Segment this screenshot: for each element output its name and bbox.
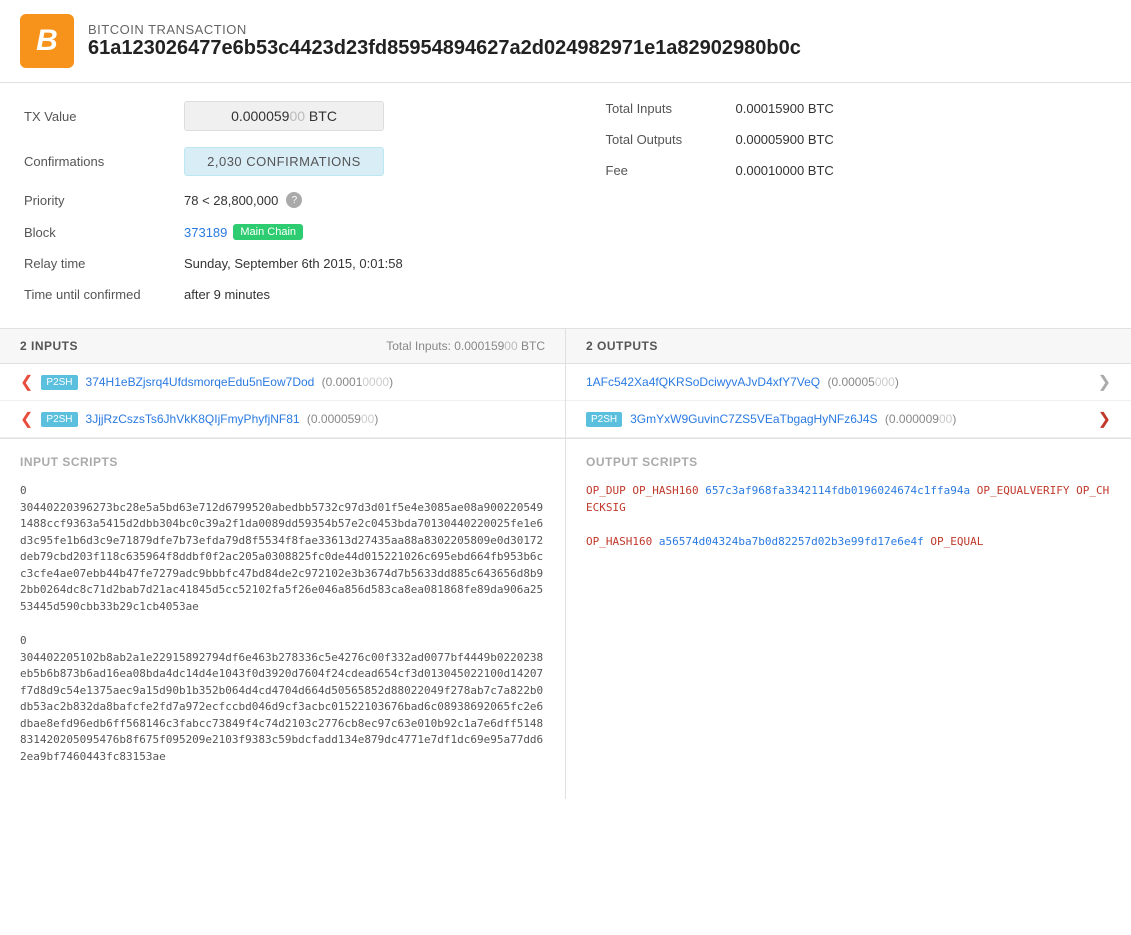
- output-row-1: P2SH 3GmYxW9GuvinC7ZS5VEaTbgagHyNFz6J4S …: [566, 401, 1131, 438]
- total-inputs-row: Total Inputs 0.00015900 BTC: [606, 101, 1108, 116]
- main-chain-badge: Main Chain: [233, 224, 303, 240]
- outputs-title: 2 OUTPUTS: [586, 339, 658, 353]
- output-script-0: OP_DUP OP_HASH160 657c3af968fa3342114fdb…: [586, 483, 1111, 516]
- input-scripts-panel: INPUT SCRIPTS 0 30440220396273bc28e5a5bd…: [0, 439, 566, 799]
- input-badge-1: P2SH: [41, 412, 77, 427]
- outputs-header: 2 OUTPUTS: [566, 329, 1131, 364]
- inputs-title: 2 INPUTS: [20, 339, 78, 353]
- fee-value: 0.00010000 BTC: [736, 163, 834, 178]
- output-row-0: 1AFc542Xa4fQKRSoDciwyvAJvD4xfY7VeQ (0.00…: [566, 364, 1131, 401]
- output-arrow-icon-1: ❯: [1098, 409, 1111, 429]
- input-amount-1: (0.00005900): [304, 412, 379, 426]
- output-script-text-1: OP_HASH160 a56574d04324ba7b0d82257d02b3e…: [586, 534, 1111, 551]
- input-script-1: 0 304402205102b8ab2a1e22915892794df6e463…: [20, 633, 545, 765]
- input-scripts-title: INPUT SCRIPTS: [20, 455, 545, 469]
- io-section: 2 INPUTS Total Inputs: 0.00015900 BTC ❮ …: [0, 329, 1131, 439]
- relay-time-row: Relay time Sunday, September 6th 2015, 0…: [24, 256, 526, 271]
- input-script-index-0: 0: [20, 483, 545, 500]
- time-confirmed-row: Time until confirmed after 9 minutes: [24, 287, 526, 302]
- block-row: Block 373189 Main Chain: [24, 224, 526, 240]
- main-info-section: TX Value 0.00005900 BTC Confirmations 2,…: [0, 83, 1131, 329]
- input-arrow-icon-0: ❮: [20, 372, 33, 392]
- confirmations-label: Confirmations: [24, 154, 184, 169]
- input-script-0: 0 30440220396273bc28e5a5bd63e712d6799520…: [20, 483, 545, 615]
- input-script-index-1: 0: [20, 633, 545, 650]
- confirmations-row: Confirmations 2,030 CONFIRMATIONS: [24, 147, 526, 176]
- priority-value: 78 < 28,800,000: [184, 193, 278, 208]
- tx-value-zeros: 00: [289, 108, 305, 124]
- bitcoin-logo: B: [20, 14, 74, 68]
- time-confirmed-value: after 9 minutes: [184, 287, 270, 302]
- output-address-0[interactable]: 1AFc542Xa4fQKRSoDciwyvAJvD4xfY7VeQ: [586, 375, 820, 389]
- output-amount-1: (0.00000900): [882, 412, 957, 426]
- relay-time-value: Sunday, September 6th 2015, 0:01:58: [184, 256, 403, 271]
- relay-time-label: Relay time: [24, 256, 184, 271]
- output-badge-1: P2SH: [586, 412, 622, 427]
- output-scripts-title: OUTPUT SCRIPTS: [586, 455, 1111, 469]
- header-text: BITCOIN TRANSACTION 61a123026477e6b53c44…: [88, 22, 801, 60]
- confirmations-box: 2,030 CONFIRMATIONS: [184, 147, 384, 176]
- output-script-1: OP_HASH160 a56574d04324ba7b0d82257d02b3e…: [586, 534, 1111, 551]
- block-number-link[interactable]: 373189: [184, 225, 227, 240]
- output-scripts-panel: OUTPUT SCRIPTS OP_DUP OP_HASH160 657c3af…: [566, 439, 1131, 799]
- tx-value-box: 0.00005900 BTC: [184, 101, 384, 131]
- output-amount-0: (0.00005000): [824, 375, 899, 389]
- fee-label: Fee: [606, 163, 736, 178]
- left-info-panel: TX Value 0.00005900 BTC Confirmations 2,…: [24, 101, 566, 318]
- block-label: Block: [24, 225, 184, 240]
- time-confirmed-label: Time until confirmed: [24, 287, 184, 302]
- input-script-text-1: 304402205102b8ab2a1e22915892794df6e463b2…: [20, 650, 545, 766]
- input-row-1: ❮ P2SH 3JjjRzCszsTs6JhVkK8QIjFmyPhyfjNF8…: [0, 401, 565, 438]
- input-script-text-0: 30440220396273bc28e5a5bd63e712d6799520ab…: [20, 500, 545, 616]
- input-row-0: ❮ P2SH 374H1eBZjsrq4UfdsmorqeEdu5nEow7Do…: [0, 364, 565, 401]
- inputs-header: 2 INPUTS Total Inputs: 0.00015900 BTC: [0, 329, 565, 364]
- inputs-panel: 2 INPUTS Total Inputs: 0.00015900 BTC ❮ …: [0, 329, 566, 438]
- output-address-1[interactable]: 3GmYxW9GuvinC7ZS5VEaTbgagHyNFz6J4S: [630, 412, 877, 426]
- fee-row: Fee 0.00010000 BTC: [606, 163, 1108, 178]
- output-arrow-icon-0: ❯: [1098, 372, 1111, 392]
- transaction-id: 61a123026477e6b53c4423d23fd85954894627a2…: [88, 37, 801, 60]
- inputs-total: Total Inputs: 0.00015900 BTC: [386, 339, 545, 353]
- priority-label: Priority: [24, 193, 184, 208]
- priority-row: Priority 78 < 28,800,000 ?: [24, 192, 526, 208]
- tx-value-unit: BTC: [305, 108, 337, 124]
- tx-value-label: TX Value: [24, 109, 184, 124]
- tx-value-amount: 0.000059: [231, 108, 289, 124]
- input-badge-0: P2SH: [41, 375, 77, 390]
- input-arrow-icon-1: ❮: [20, 409, 33, 429]
- tx-value-row: TX Value 0.00005900 BTC: [24, 101, 526, 131]
- page-title: BITCOIN TRANSACTION: [88, 22, 801, 37]
- output-script-text-0: OP_DUP OP_HASH160 657c3af968fa3342114fdb…: [586, 483, 1111, 516]
- page-header: B BITCOIN TRANSACTION 61a123026477e6b53c…: [0, 0, 1131, 83]
- outputs-panel: 2 OUTPUTS 1AFc542Xa4fQKRSoDciwyvAJvD4xfY…: [566, 329, 1131, 438]
- right-info-panel: Total Inputs 0.00015900 BTC Total Output…: [566, 101, 1108, 318]
- input-amount-0: (0.00010000): [318, 375, 393, 389]
- total-outputs-value: 0.00005900 BTC: [736, 132, 834, 147]
- total-inputs-value: 0.00015900 BTC: [736, 101, 834, 116]
- total-inputs-label: Total Inputs: [606, 101, 736, 116]
- input-address-0[interactable]: 374H1eBZjsrq4UfdsmorqeEdu5nEow7Dod: [86, 375, 315, 389]
- priority-help-icon[interactable]: ?: [286, 192, 302, 208]
- btc-symbol: B: [36, 24, 58, 58]
- total-outputs-row: Total Outputs 0.00005900 BTC: [606, 132, 1108, 147]
- scripts-section: INPUT SCRIPTS 0 30440220396273bc28e5a5bd…: [0, 439, 1131, 799]
- input-address-1[interactable]: 3JjjRzCszsTs6JhVkK8QIjFmyPhyfjNF81: [86, 412, 300, 426]
- total-outputs-label: Total Outputs: [606, 132, 736, 147]
